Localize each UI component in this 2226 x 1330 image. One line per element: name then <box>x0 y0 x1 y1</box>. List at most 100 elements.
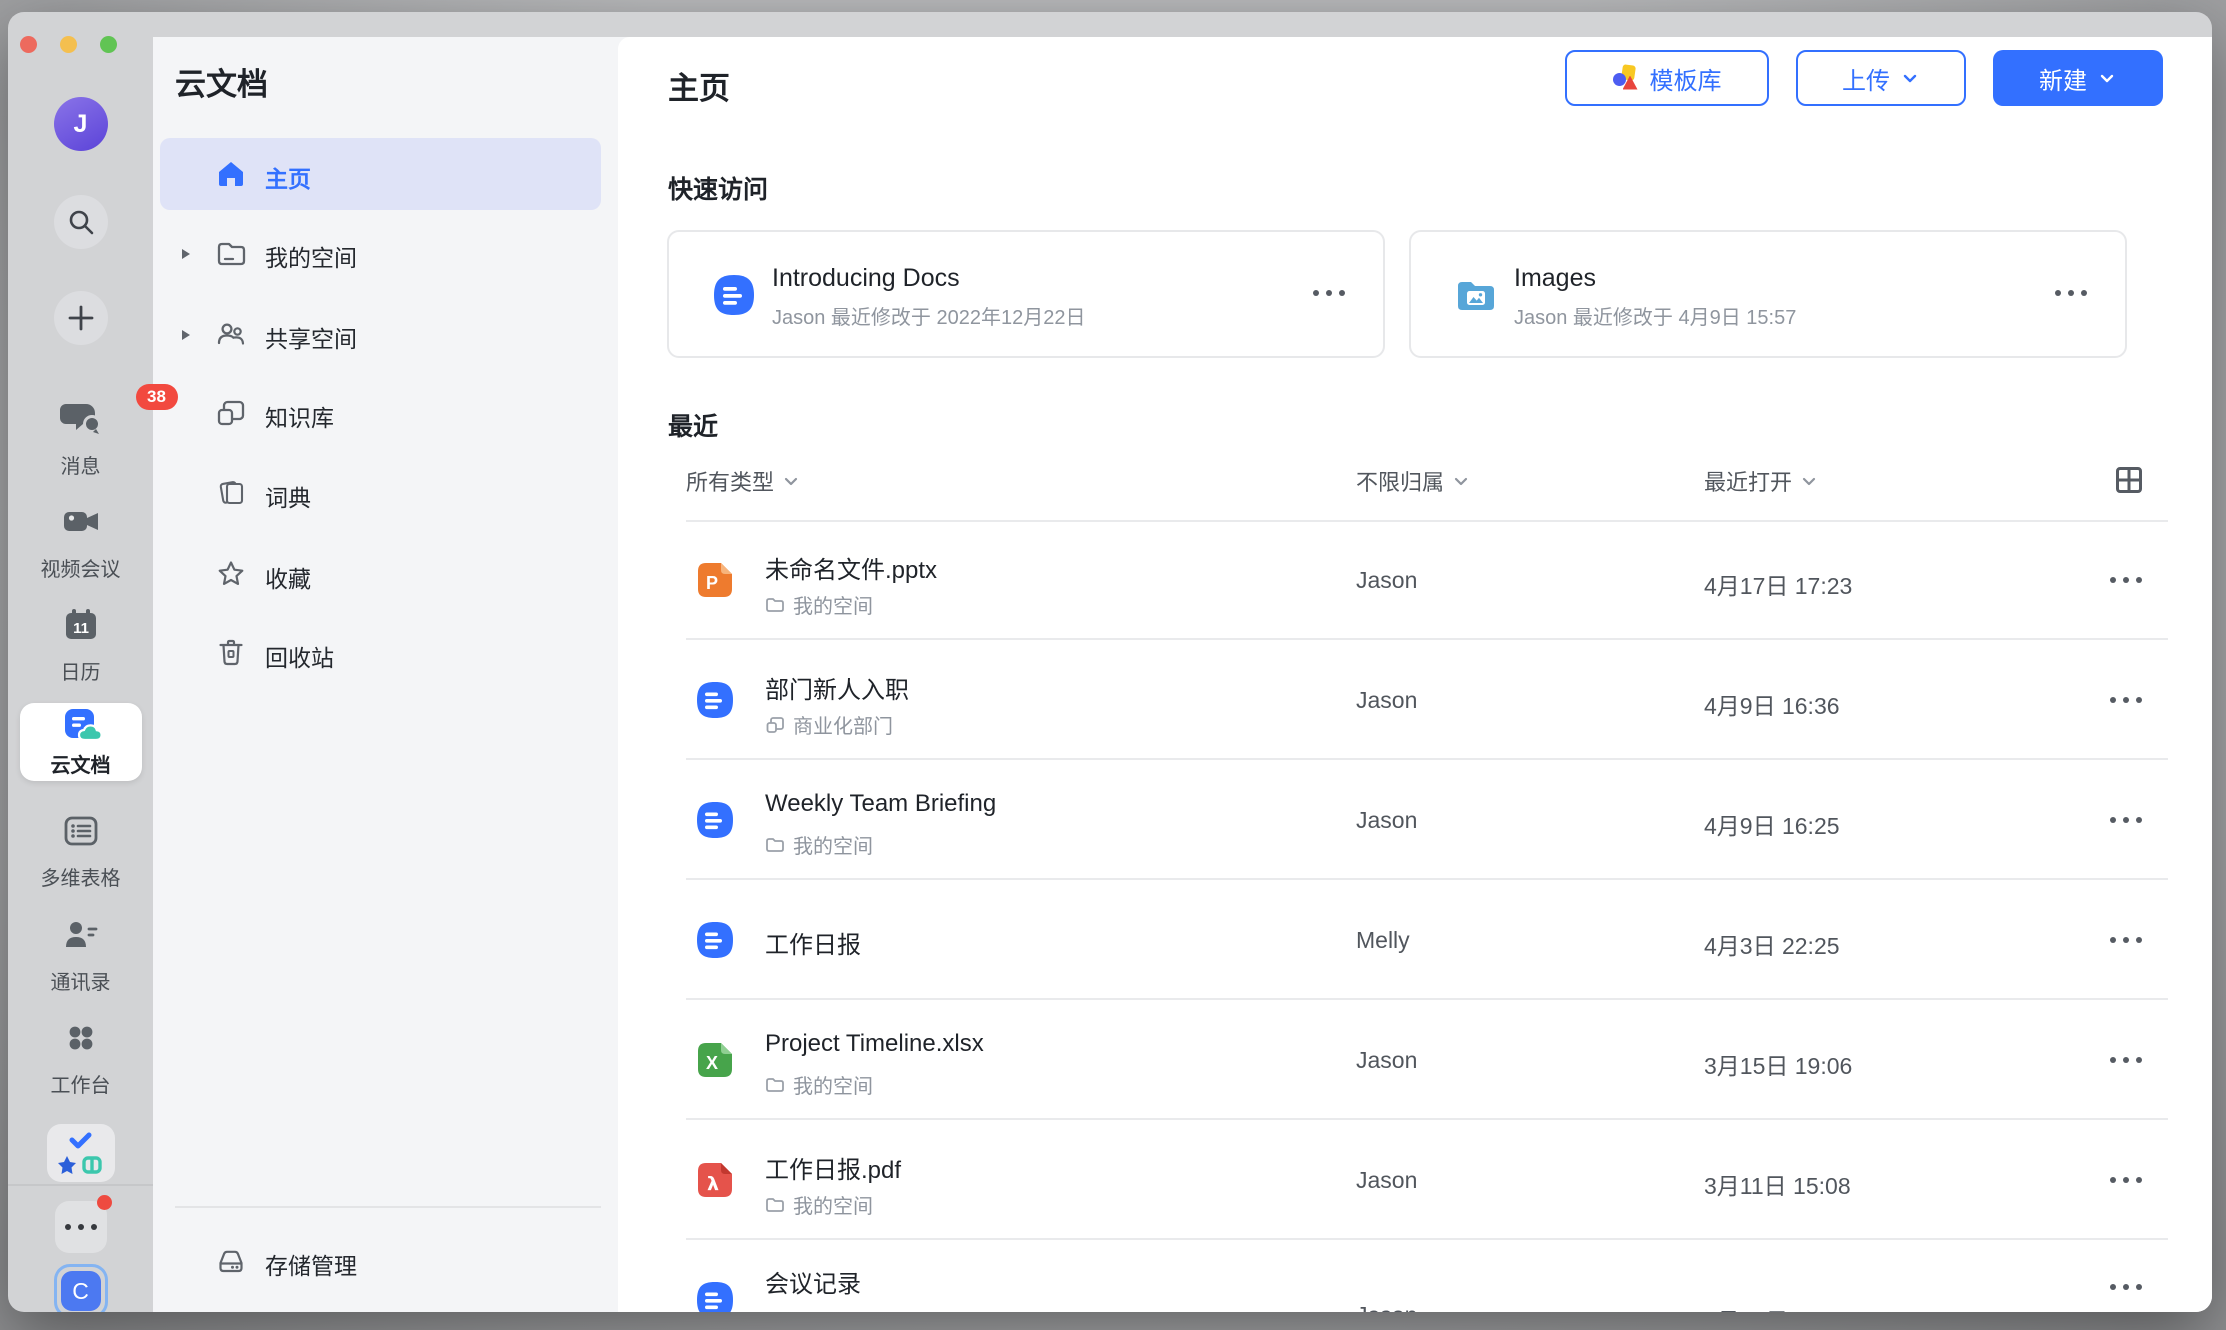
video-camera-icon <box>61 503 101 541</box>
file-row[interactable]: 会议记录 Jason 2月22日 10:28 <box>618 1240 2212 1312</box>
chevron-down-icon <box>1452 472 1470 490</box>
filter-ownership[interactable]: 不限归属 <box>1356 465 1470 497</box>
sidebar-item-label: 知识库 <box>265 399 334 433</box>
file-title: 工作日报.pdf <box>765 1150 901 1185</box>
rail-item-workplace[interactable]: 工作台 <box>8 1019 153 1098</box>
rail-item-bitable[interactable]: 多维表格 <box>8 812 153 891</box>
row-more-button[interactable] <box>2110 577 2142 583</box>
filter-type[interactable]: 所有类型 <box>686 465 800 497</box>
file-time: 4月9日 16:25 <box>1704 807 1840 841</box>
file-row[interactable]: Weekly Team Briefing 我的空间 Jason 4月9日 16:… <box>618 760 2212 880</box>
rail-item-messages[interactable]: 38 消息 <box>8 398 153 479</box>
star-icon <box>216 559 246 589</box>
image-folder-icon <box>1454 273 1498 317</box>
card-meta: Jason 最近修改于 4月9日 15:57 <box>1514 301 1796 330</box>
storage-drive-icon <box>216 1246 246 1276</box>
filter-bar: 所有类型 不限归属 最近打开 <box>618 457 2212 501</box>
chevron-down-icon <box>1900 68 1920 88</box>
sidebar-item-trash[interactable]: 回收站 <box>160 617 601 689</box>
recent-files-list: P 未命名文件.pptx 我的空间 Jason 4月17日 17:23 部门新人… <box>618 520 2212 1312</box>
sort-recently-opened[interactable]: 最近打开 <box>1704 465 1818 497</box>
template-gallery-button[interactable]: 模板库 <box>1565 50 1769 106</box>
sidebar-item-label: 共享空间 <box>265 320 357 354</box>
doc-file-icon <box>712 273 756 317</box>
file-location: 我的空间 <box>765 590 873 619</box>
sidebar-item-favorites[interactable]: 收藏 <box>160 538 601 610</box>
rail-item-cloud-docs-active[interactable]: 云文档 <box>20 703 142 781</box>
file-title: Project Timeline.xlsx <box>765 1030 984 1058</box>
rail-item-label: 通讯录 <box>8 966 153 995</box>
file-title: 会议记录 <box>765 1264 861 1299</box>
doc-file-icon <box>695 1280 735 1312</box>
doc-file-icon <box>695 920 735 960</box>
card-more-button[interactable] <box>1313 290 1345 296</box>
file-location: 我的空间 <box>765 1190 873 1219</box>
file-owner: Jason <box>1356 567 1417 594</box>
avatar-letter: J <box>74 110 88 139</box>
sidebar-item-wiki[interactable]: 知识库 <box>160 377 601 449</box>
file-owner: Jason <box>1356 687 1417 714</box>
upload-button[interactable]: 上传 <box>1796 50 1966 106</box>
rail-item-contacts[interactable]: 通讯录 <box>8 916 153 995</box>
file-row[interactable]: X Project Timeline.xlsx 我的空间 Jason 3月15日… <box>618 1000 2212 1120</box>
fullscreen-button[interactable] <box>100 36 117 53</box>
window-controls <box>20 36 117 53</box>
sidebar-item-label: 存储管理 <box>265 1247 357 1281</box>
card-more-button[interactable] <box>2055 290 2087 296</box>
toolbar: 模板库 上传 新建 <box>1565 50 2163 106</box>
minimize-button[interactable] <box>60 36 77 53</box>
quick-access-card-doc[interactable]: Introducing Docs Jason 最近修改于 2022年12月22日 <box>667 230 1385 358</box>
sidebar-item-my-space[interactable]: 我的空间 <box>160 217 601 289</box>
file-row[interactable]: P 未命名文件.pptx 我的空间 Jason 4月17日 17:23 <box>618 520 2212 640</box>
add-button[interactable] <box>54 291 108 345</box>
file-title: 未命名文件.pptx <box>765 550 937 585</box>
row-more-button[interactable] <box>2110 937 2142 943</box>
file-owner: Jason <box>1356 1167 1417 1194</box>
sidebar-item-storage[interactable]: 存储管理 <box>160 1225 601 1297</box>
cloud-docs-icon <box>61 707 101 745</box>
rail-item-label: 日历 <box>8 656 153 685</box>
search-button[interactable] <box>54 195 108 249</box>
file-row[interactable]: 部门新人入职 商业化部门 Jason 4月9日 16:36 <box>618 640 2212 760</box>
c-app-icon: C <box>61 1271 101 1311</box>
file-row[interactable]: λ 工作日报.pdf 我的空间 Jason 3月11日 15:08 <box>618 1120 2212 1240</box>
sidebar-title: 云文档 <box>175 59 268 104</box>
folder-small-icon <box>765 1075 785 1095</box>
row-more-button[interactable] <box>2110 1057 2142 1063</box>
upload-label: 上传 <box>1842 61 1890 96</box>
quick-access-card-images[interactable]: Images Jason 最近修改于 4月9日 15:57 <box>1409 230 2127 358</box>
recent-heading: 最近 <box>668 407 718 443</box>
contacts-person-icon <box>62 916 100 954</box>
svg-text:λ: λ <box>707 1173 719 1195</box>
rail-item-calendar[interactable]: 11 日历 <box>8 606 153 685</box>
sidebar-item-home[interactable]: 主页 <box>160 138 601 210</box>
grid-view-icon <box>2114 465 2144 495</box>
expand-arrow-icon[interactable] <box>180 328 192 342</box>
sidebar-item-dictionary[interactable]: 词典 <box>160 457 601 529</box>
file-title: Weekly Team Briefing <box>765 790 996 818</box>
sidebar-item-shared-space[interactable]: 共享空间 <box>160 298 601 370</box>
create-button[interactable]: 新建 <box>1993 50 2163 106</box>
folder-small-icon <box>765 1195 785 1215</box>
file-location: 我的空间 <box>765 830 873 859</box>
row-more-button[interactable] <box>2110 1177 2142 1183</box>
expand-arrow-icon[interactable] <box>180 247 192 261</box>
close-button[interactable] <box>20 36 37 53</box>
row-more-button[interactable] <box>2110 817 2142 823</box>
row-more-button[interactable] <box>2110 1284 2142 1290</box>
file-time: 3月11日 15:08 <box>1704 1167 1851 1201</box>
file-time: 2月22日 10:28 <box>1704 1302 1852 1312</box>
rail-item-video-meetings[interactable]: 视频会议 <box>8 503 153 582</box>
pinned-apps-tile[interactable] <box>47 1124 115 1182</box>
file-row[interactable]: 工作日报 Melly 4月3日 22:25 <box>618 880 2212 1000</box>
sidebar-item-label: 收藏 <box>265 560 311 594</box>
row-more-button[interactable] <box>2110 697 2142 703</box>
grid-view-toggle[interactable] <box>2114 465 2144 500</box>
avatar[interactable]: J <box>54 97 108 151</box>
main-panel: 主页 模板库 上传 新建 快速访问 Intro <box>618 37 2212 1312</box>
more-apps-button[interactable] <box>55 1201 107 1253</box>
rail-item-label: 工作台 <box>8 1069 153 1098</box>
quick-access-heading: 快速访问 <box>668 170 768 206</box>
rail-item-c-app[interactable]: C <box>54 1264 108 1312</box>
notification-dot <box>97 1195 112 1210</box>
